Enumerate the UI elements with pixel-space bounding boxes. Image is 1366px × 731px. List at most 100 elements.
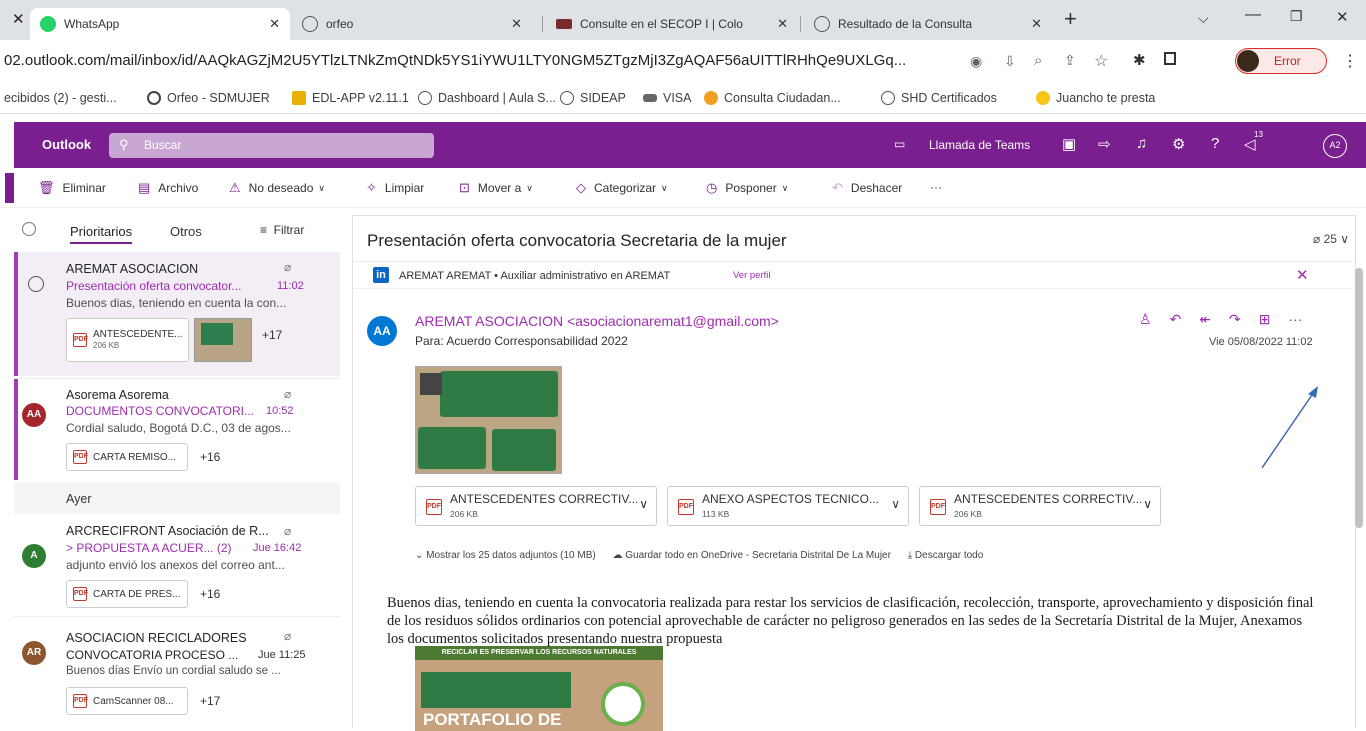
account-avatar[interactable]: A2 (1323, 134, 1347, 158)
bell-icon[interactable]: ♫ (1136, 135, 1147, 152)
message-list-header: Prioritarios Otros ≡ Filtrar (14, 208, 340, 254)
inline-image[interactable] (415, 366, 562, 474)
help-icon[interactable]: ? (1211, 135, 1219, 152)
apps-icon[interactable]: ⊞ (1259, 311, 1271, 328)
attachment-chip[interactable]: PDF ANTESCEDENTE... 206 KB (66, 318, 189, 362)
new-tab-button[interactable]: + (1064, 6, 1077, 32)
tab-close-icon[interactable]: ✕ (1031, 16, 1042, 32)
recipients: Para: Acuerdo Corresponsabilidad 2022 (415, 334, 628, 348)
message-subject: Presentación oferta convocatoria Secreta… (367, 231, 787, 250)
myday-icon[interactable]: ⇨ (1098, 135, 1111, 153)
attachment-chip[interactable]: PDF CARTA DE PRES... (66, 580, 188, 608)
extensions-icon[interactable]: ✱ (1133, 51, 1146, 69)
trash-icon: 🗑 (38, 180, 55, 195)
notification-count: 13 (1254, 130, 1263, 139)
delete-button[interactable]: 🗑 Eliminar (38, 180, 106, 196)
sidepanel-icon[interactable] (1164, 52, 1176, 65)
gear-icon[interactable]: ⚙ (1172, 135, 1185, 153)
sweep-button[interactable]: ✧ Limpiar (366, 180, 424, 196)
install-icon[interactable]: ⇩ (1004, 53, 1016, 70)
tab-secop[interactable]: Consulte en el SECOP I | Colo ✕ (546, 8, 798, 40)
close-icon[interactable]: ✕ (12, 10, 25, 28)
bookmark-item[interactable]: Consulta Ciudadan... (704, 91, 841, 105)
share-icon[interactable]: ⇪ (1064, 52, 1076, 69)
bookmark-item[interactable]: Orfeo - SDMUJER (147, 91, 270, 105)
undo-button[interactable]: ↶ Deshacer (832, 180, 902, 196)
profile-error-button[interactable]: Error (1235, 48, 1327, 74)
save-onedrive-link[interactable]: ☁ Guardar todo en OneDrive - Secretaria … (612, 550, 890, 561)
bookmark-item[interactable]: SHD Certificados (881, 91, 997, 105)
more-actions-button[interactable]: ··· (930, 180, 942, 194)
scrollbar[interactable] (1355, 268, 1363, 528)
eye-icon[interactable]: ◉ (970, 53, 982, 70)
list-item[interactable]: AR ASOCIACION RECICLADORES ⌀ CONVOCATORI… (14, 616, 340, 728)
download-all-link[interactable]: ⤓ Descargar todo (908, 550, 984, 561)
image-thumbnail[interactable] (194, 318, 252, 362)
junk-button[interactable]: ⚠ No deseado ∨ (229, 180, 325, 196)
avatar[interactable]: AA (367, 316, 397, 346)
portfolio-image[interactable]: RECICLAR ES PRESERVAR LOS RECURSOS NATUR… (415, 646, 663, 731)
close-icon[interactable]: ✕ (1296, 266, 1309, 284)
bookmark-item[interactable]: Dashboard | Aula S... (418, 91, 556, 105)
move-button[interactable]: ⊡ Mover a ∨ (459, 180, 533, 196)
tab-orfeo[interactable]: orfeo ✕ (292, 8, 532, 40)
forward-icon[interactable]: ↷ (1229, 311, 1241, 328)
tab-whatsapp[interactable]: WhatsApp ✕ (30, 8, 290, 40)
attachment-count[interactable]: ⌀ 25 ∨ (1313, 232, 1349, 246)
minimize-button[interactable]: — (1245, 6, 1261, 24)
chevron-down-icon[interactable]: ∨ (1143, 497, 1152, 511)
teams-call-button[interactable]: Llamada de Teams (929, 138, 1030, 152)
archive-button[interactable]: ▤ Archivo (138, 180, 198, 196)
list-item[interactable]: AREMAT ASOCIACION ⌀ Presentación oferta … (14, 252, 340, 376)
bookmark-item[interactable]: VISA (643, 91, 692, 105)
linkedin-icon: in (373, 267, 389, 283)
filter-button[interactable]: ≡ Filtrar (260, 223, 304, 237)
reply-all-icon[interactable]: ↞ (1199, 311, 1211, 328)
url-field[interactable]: 02.outlook.com/mail/inbox/id/AAQkAGZjM2U… (4, 52, 954, 69)
secop-icon (556, 19, 572, 29)
window-close-button[interactable]: ✕ (1336, 8, 1349, 26)
reply-icon[interactable]: ↶ (1170, 311, 1182, 328)
star-icon[interactable]: ☆ (1094, 51, 1108, 71)
chevron-down-icon[interactable]: ∨ (891, 497, 900, 511)
bookmark-item[interactable]: EDL-APP v2.11.1 (292, 91, 409, 105)
chevron-down-icon[interactable]: ∨ (639, 497, 648, 511)
select-checkbox[interactable] (28, 276, 44, 292)
snooze-button[interactable]: ◷ Posponer ∨ (706, 180, 788, 196)
bookmark-item[interactable]: SIDEAP (560, 91, 626, 105)
list-item[interactable]: A ARCRECIFRONT Asociación de R... ⌀ > PR… (14, 514, 340, 614)
like-icon[interactable]: ♙ (1139, 311, 1152, 328)
tab-close-icon[interactable]: ✕ (269, 16, 280, 32)
list-item[interactable]: AA Asorema Asorema ⌀ DOCUMENTOS CONVOCAT… (14, 378, 340, 480)
more-icon[interactable]: ··· (1289, 311, 1303, 328)
select-all-checkbox[interactable] (22, 222, 36, 236)
attachment-chip[interactable]: PDF CamScanner 08... (66, 687, 188, 715)
message-body: Buenos dias, teniendo en cuenta la convo… (387, 595, 1314, 647)
tab-close-icon[interactable]: ✕ (777, 16, 788, 32)
restore-button[interactable]: ❐ (1290, 8, 1303, 25)
attachment-card[interactable]: PDF ANTESCEDENTES CORRECTIV... 206 KB ∨ (919, 486, 1161, 526)
tab-close-icon[interactable]: ✕ (511, 16, 522, 32)
bookmark-item[interactable]: ecibidos (2) - gesti... (4, 91, 117, 105)
view-profile-link[interactable]: Ver perfil (733, 270, 771, 281)
outlook-brand[interactable]: Outlook (42, 137, 91, 152)
tab-search-icon[interactable]: ⌵ (1198, 10, 1209, 27)
search-input[interactable]: ⚲ Buscar (109, 133, 434, 158)
show-all-attachments-link[interactable]: ⌄ Mostrar los 25 datos adjuntos (10 MB) (415, 550, 596, 561)
categorize-button[interactable]: ◇ Categorizar ∨ (576, 180, 668, 196)
bookmark-item[interactable]: Juancho te presta (1036, 91, 1155, 105)
tag-icon: ◇ (576, 180, 586, 195)
office-icon[interactable]: ▣ (1062, 135, 1076, 153)
undo-icon: ↶ (832, 180, 843, 195)
video-call-icon: ▭ (894, 137, 906, 151)
tab-focused[interactable]: Prioritarios (70, 224, 133, 244)
tab-resultado[interactable]: Resultado de la Consulta ✕ (804, 8, 1052, 40)
attachment-card[interactable]: PDF ANTESCEDENTES CORRECTIV... 206 KB ∨ (415, 486, 657, 526)
pdf-icon: PDF (678, 499, 694, 515)
zoom-icon[interactable]: ⌕ (1034, 52, 1042, 69)
attachment-chip[interactable]: PDF CARTA REMISO... (66, 443, 188, 471)
menu-icon[interactable]: ⋮ (1342, 51, 1358, 71)
tab-other[interactable]: Otros (170, 224, 202, 239)
sender-address[interactable]: AREMAT ASOCIACION <asociacionaremat1@gma… (415, 313, 779, 329)
attachment-card[interactable]: PDF ANEXO ASPECTOS TECNICO... 113 KB ∨ (667, 486, 909, 526)
